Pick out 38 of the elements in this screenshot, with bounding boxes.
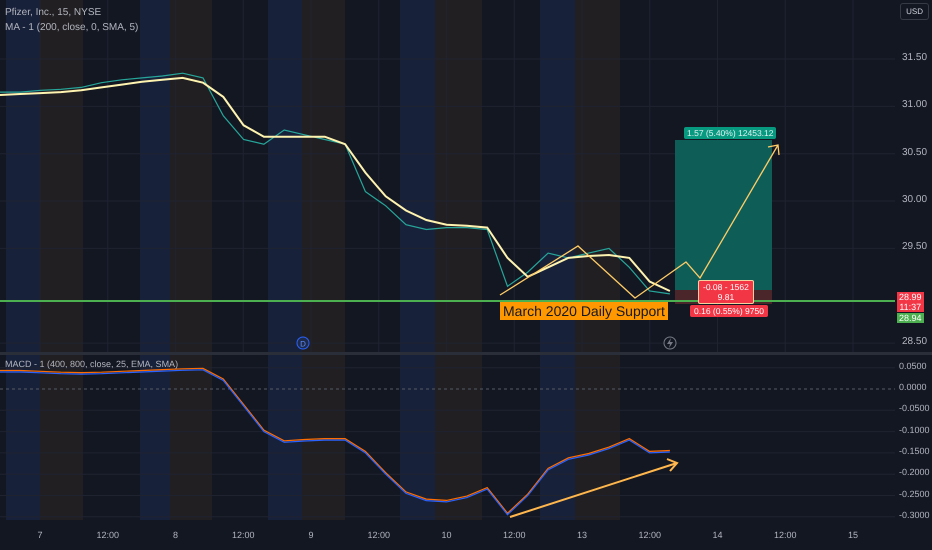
time-axis-label: 8: [173, 530, 178, 540]
support-label: March 2020 Daily Support: [500, 302, 668, 320]
indicator-legend: MA - 1 (200, close, 0, SMA, 5): [5, 20, 138, 35]
symbol-title: Pfizer, Inc., 15, NYSE: [5, 6, 102, 20]
macd-axis-label: -0.0500: [899, 403, 930, 414]
time-axis-label: 12:00: [502, 530, 526, 540]
macd-axis-label: -0.2500: [899, 488, 930, 498]
time-axis-label: 12:00: [232, 530, 255, 540]
macd-axis-label: 0.0000: [899, 382, 927, 392]
time-axis-label: 13: [577, 530, 587, 540]
macd-legend: MACD - 1 (400, 800, close, 25, EMA, SMA): [5, 359, 178, 369]
macd-axis-label: -0.2000: [899, 467, 930, 478]
price-tag: 28.99 11:37: [897, 292, 924, 312]
time-axis-label: 9: [308, 530, 314, 540]
stop-label: 0.16 (0.55%) 9750: [690, 305, 768, 317]
price-axis-label: 31.00: [902, 99, 928, 110]
macd-axis-label: -0.1500: [899, 446, 930, 456]
price-axis-label: 31.50: [902, 52, 928, 63]
price-axis-label: 28.50: [902, 336, 928, 348]
target-label: 1.57 (5.40%) 12453.12: [684, 127, 776, 139]
price-axis-label: 30.50: [902, 146, 928, 158]
time-axis-label: 12:00: [774, 530, 797, 540]
pnl-label: -0.08 - 1562 9.81: [698, 280, 754, 304]
currency-button[interactable]: USD: [900, 3, 929, 20]
price-tag: 28.94: [897, 313, 924, 323]
macd-axis-label: 0.0500: [899, 360, 927, 371]
time-axis-label: 7: [38, 530, 42, 540]
time-axis-label: 10: [442, 530, 452, 540]
time-axis-label: 12:00: [367, 530, 390, 540]
macd-axis-label: -0.3000: [899, 510, 930, 520]
lightning-icon: [664, 336, 676, 350]
price-axis-label: 29.50: [902, 241, 928, 252]
time-axis-label: 15: [848, 530, 858, 540]
price-axis-label: 30.00: [902, 194, 928, 206]
time-axis-label: 14: [712, 530, 722, 540]
time-axis-label: 12:00: [638, 530, 662, 540]
macd-axis-label: -0.1000: [899, 424, 930, 435]
time-axis-label: 12:00: [96, 530, 120, 540]
